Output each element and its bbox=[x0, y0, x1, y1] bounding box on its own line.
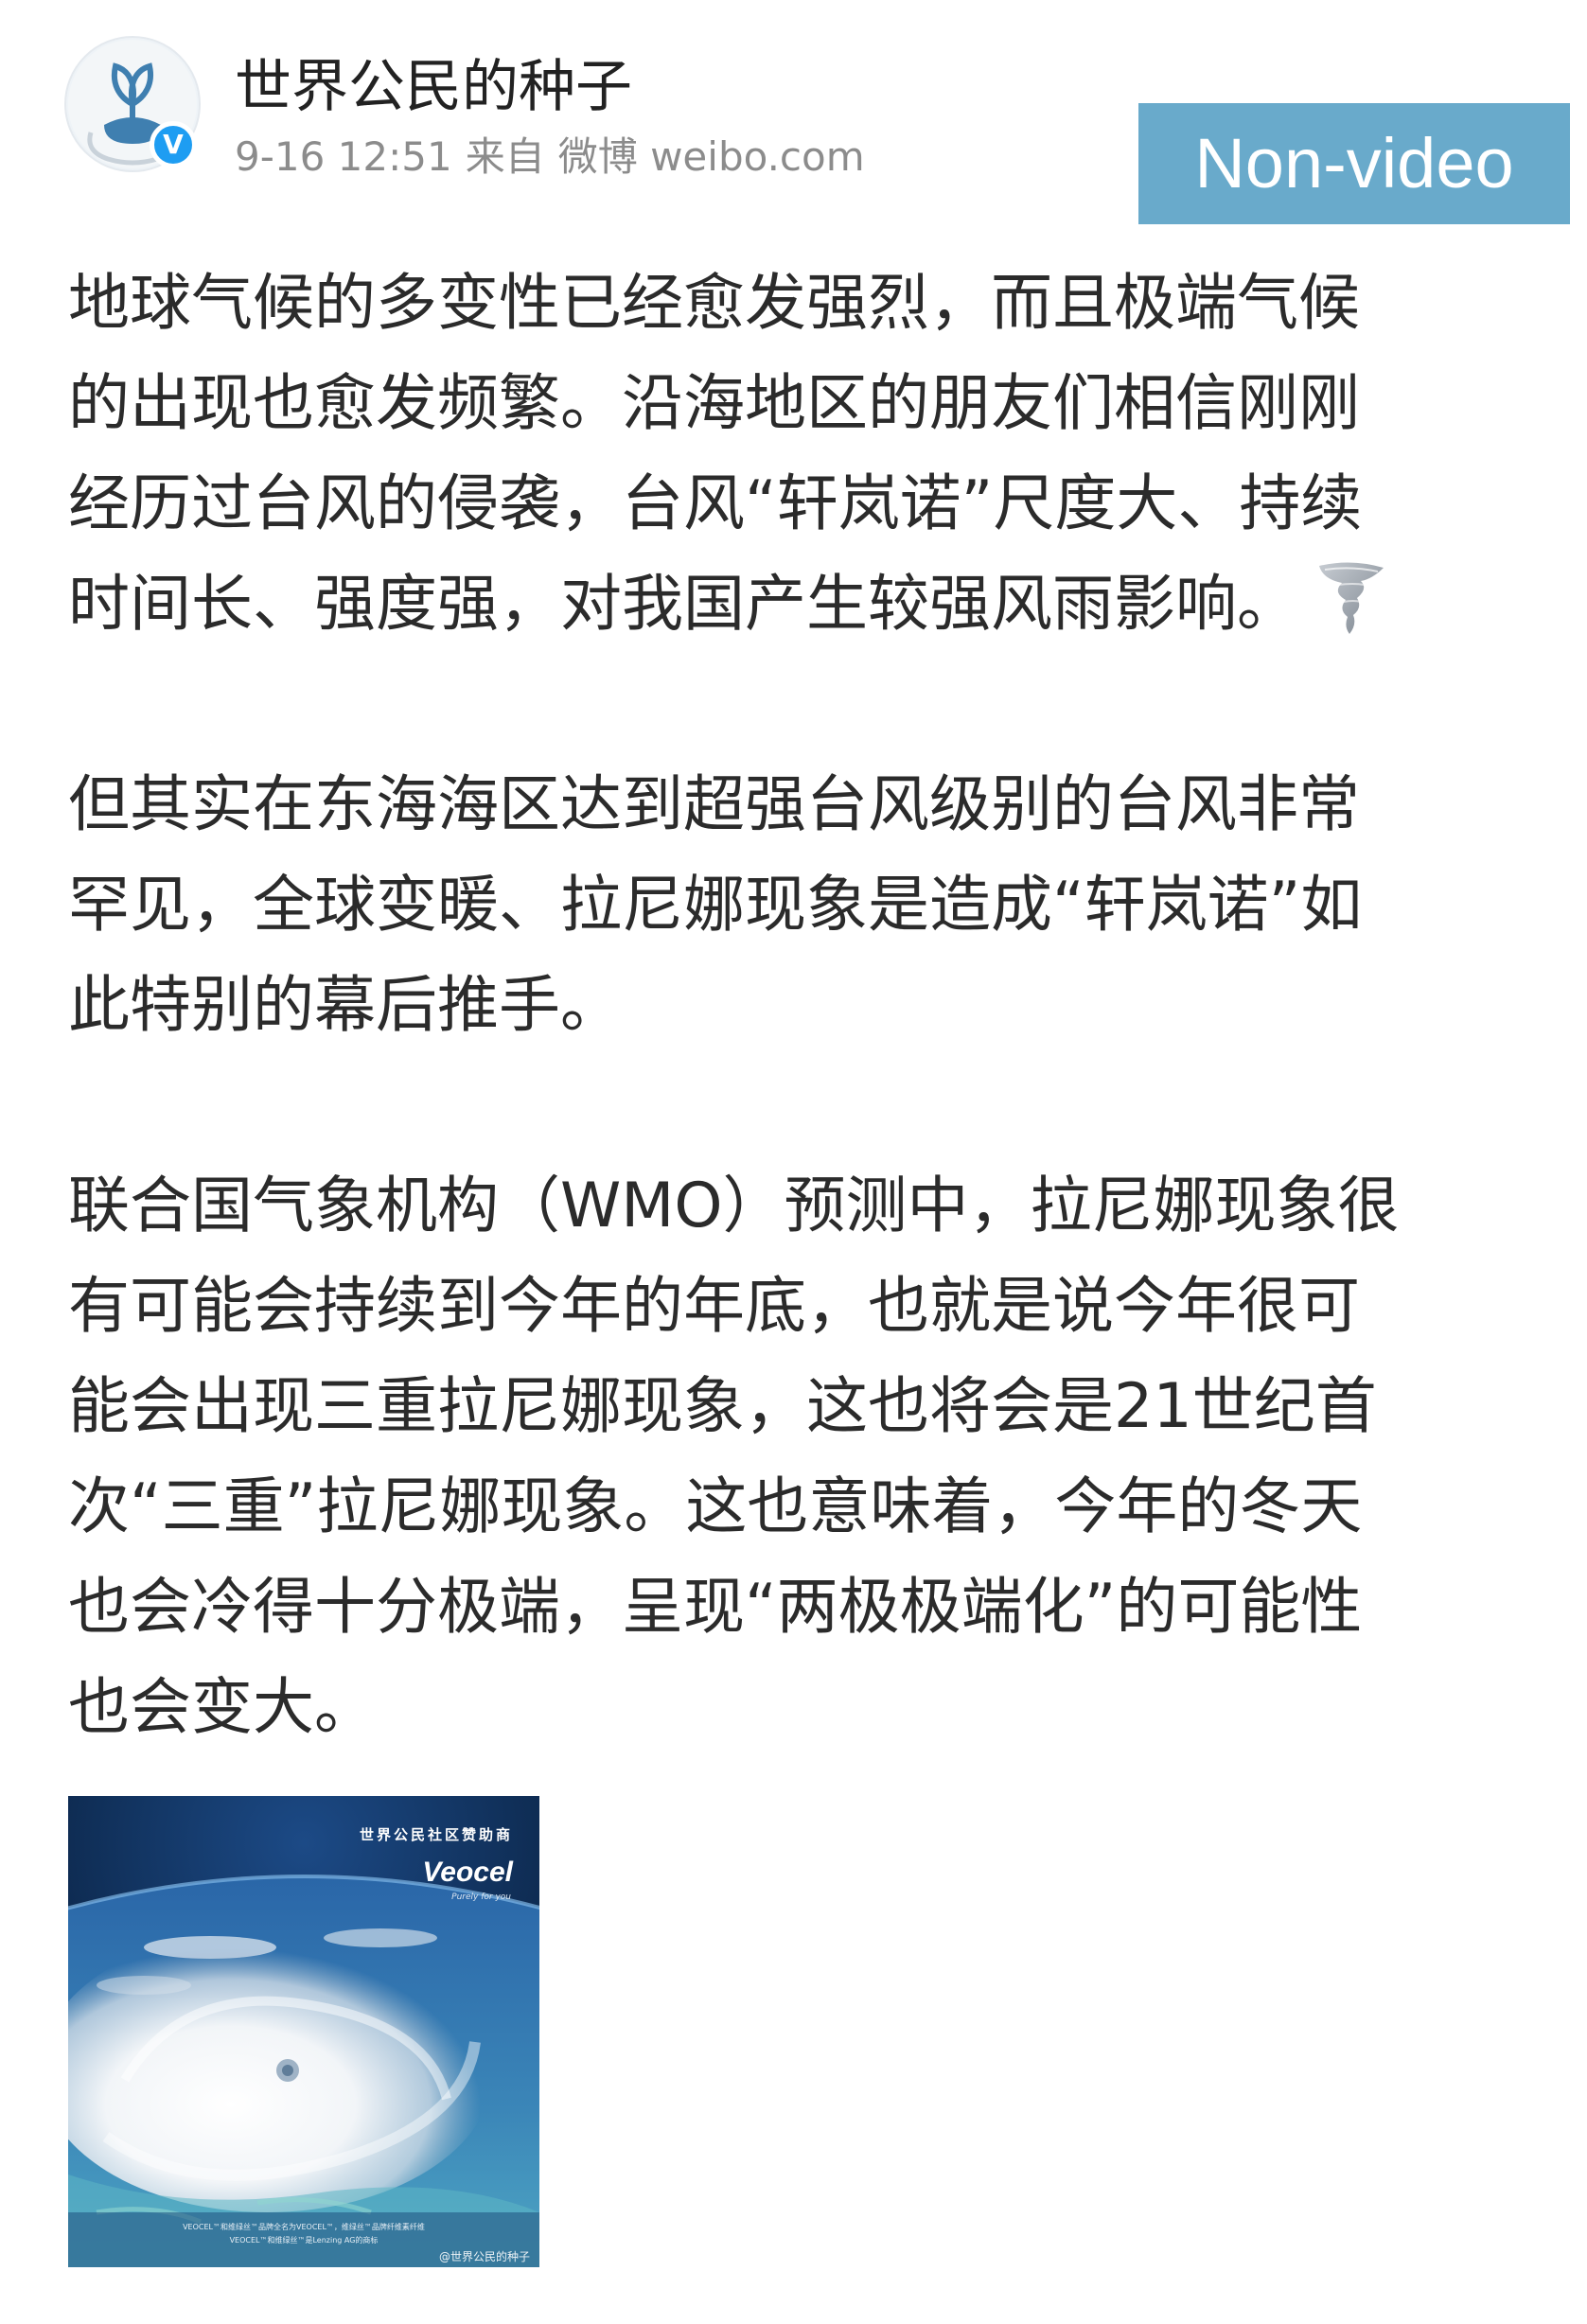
text-line: 联合国气象机构（WMO）预测中，拉尼娜现象很 bbox=[68, 1171, 1400, 1241]
text-line-content: 时间长、强度强，对我国产生较强风雨影响。 bbox=[68, 569, 1299, 640]
account-name[interactable]: 世界公民的种子 bbox=[235, 51, 632, 123]
text-line: 有可能会持续到今年的年底，也就是说今年很可 bbox=[68, 1271, 1361, 1342]
post-time: 9-16 12:51 bbox=[235, 133, 452, 180]
image-sponsor-text: 世界公民社区赞助商 bbox=[359, 1826, 513, 1843]
paragraph-1: 地球气候的多变性已经愈发强烈，而且极端气候 的出现也愈发频繁。沿海地区的朋友们相… bbox=[68, 254, 1544, 655]
image-fine-print: VEOCEL™和维绿丝™是Lenzing AG的商标 bbox=[229, 2236, 379, 2245]
paragraph-3: 联合国气象机构（WMO）预测中，拉尼娜现象很 有可能会持续到今年的年底，也就是说… bbox=[68, 1156, 1544, 1758]
text-line: 能会出现三重拉尼娜现象，这也将会是21世纪首 bbox=[68, 1371, 1377, 1442]
text-line: 的出现也愈发频繁。沿海地区的朋友们相信刚刚 bbox=[68, 368, 1361, 439]
source-prefix: 来自 bbox=[465, 133, 545, 180]
text-line: 也会冷得十分极端，呈现“两极极端化”的可能性 bbox=[68, 1572, 1363, 1643]
post-image-thumbnail[interactable]: 世界公民社区赞助商 Veocel Purely for you VEOCEL™和… bbox=[68, 1796, 539, 2267]
paragraph-2: 但其实在东海海区达到超强台风级别的台风非常 罕见，全球变暖、拉尼娜现象是造成“轩… bbox=[68, 755, 1544, 1056]
brand-tagline: Purely for you bbox=[451, 1893, 511, 1902]
text-line: 此特别的幕后推手。 bbox=[68, 970, 623, 1041]
text-line: 但其实在东海海区达到超强台风级别的台风非常 bbox=[68, 769, 1361, 840]
text-line: 时间长、强度强，对我国产生较强风雨影响。 bbox=[68, 555, 1544, 655]
post-header: V 世界公民的种子 9-16 12:51 来自 微博 weibo.com Non-v… bbox=[0, 0, 1587, 224]
brand-logo: Veocel bbox=[422, 1857, 513, 1888]
image-fine-print: VEOCEL™和维绿丝™品牌全名为VEOCEL™，维绿丝™品牌纤维素纤维 bbox=[183, 2223, 425, 2231]
text-line: 也会变大。 bbox=[68, 1672, 377, 1743]
verified-badge-icon: V bbox=[150, 121, 197, 168]
text-line: 罕见，全球变暖、拉尼娜现象是造成“轩岚诺”如 bbox=[68, 870, 1363, 941]
tornado-icon bbox=[1319, 562, 1384, 634]
post-source[interactable]: 微博 weibo.com bbox=[558, 133, 865, 180]
image-watermark: @世界公民的种子 bbox=[438, 2250, 530, 2263]
post-meta: 9-16 12:51 来自 微博 weibo.com bbox=[235, 131, 878, 184]
text-line: 次“三重”拉尼娜现象。这也意味着，今年的冬天 bbox=[68, 1471, 1363, 1542]
text-line: 地球气候的多变性已经愈发强烈，而且极端气候 bbox=[68, 268, 1361, 339]
text-line: 经历过台风的侵袭，台风“轩岚诺”尺度大、持续 bbox=[68, 468, 1363, 539]
content-type-tag: Non-video bbox=[1138, 103, 1570, 224]
post-text: 地球气候的多变性已经愈发强烈，而且极端气候 的出现也愈发频繁。沿海地区的朋友们相… bbox=[68, 254, 1544, 1758]
